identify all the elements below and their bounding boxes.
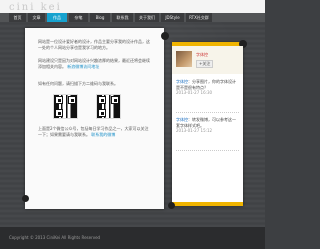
post-divider bbox=[176, 112, 239, 113]
main-nav: 首页 文章 作品 杂笔 Blog 联系我 关于我们 JDStyle RTX社交群 bbox=[0, 13, 265, 22]
avatar[interactable] bbox=[176, 51, 192, 67]
nav-item-blog[interactable]: Blog bbox=[90, 13, 110, 22]
post-author[interactable]: 字体控 bbox=[176, 79, 188, 84]
nav-item-about[interactable]: 关于我们 bbox=[135, 13, 159, 22]
weibo-post: 字体控：分享图片，你的字体设计是不是很有特点？ 2013-01-27 16:30 bbox=[176, 79, 236, 95]
pin-decoration bbox=[22, 195, 29, 202]
pin-decoration bbox=[161, 32, 169, 40]
copyright-text: Copyright © 2013 CiniKei All Rights Rese… bbox=[9, 235, 101, 240]
nav-item-home[interactable]: 首页 bbox=[9, 13, 26, 22]
content-panel: 网站是一位设计爱好者的设计，作品主要分享我的设计作品，这一处的个人网站分享也是我… bbox=[22, 28, 169, 209]
footer: Copyright © 2013 CiniKei All Rights Rese… bbox=[0, 227, 265, 249]
post-time: 2013-01-27 16:30 bbox=[176, 90, 213, 95]
site-logo[interactable]: cini kei bbox=[9, 2, 62, 13]
nav-item-works[interactable]: 作品 bbox=[47, 13, 67, 22]
qr-code-right bbox=[96, 94, 121, 119]
post-divider bbox=[176, 150, 239, 151]
build-paragraph: 网站建设只是因为对网站设计兴趣浓厚的结果，最近还将会继续添加相关内容。 新浪微博… bbox=[38, 58, 152, 70]
qr-code-left bbox=[53, 94, 78, 119]
weibo-link[interactable]: 新浪微博访问地址 bbox=[67, 64, 99, 69]
post-time: 2013-01-27 15:12 bbox=[176, 128, 213, 133]
nav-item-articles[interactable]: 文章 bbox=[28, 13, 45, 22]
follow-button[interactable]: +关注 bbox=[196, 60, 214, 68]
qr-paragraph: 上面是2个微信公众号，包括每日学习作品之一，大家可以关注一下；如果需要请与我联系… bbox=[38, 126, 152, 138]
intro-text: 网站是一位设计爱好者的设计，作品主要分享我的设计作品，这一处的个人网站分享也是我… bbox=[38, 39, 150, 50]
nav-item-contact[interactable]: 联系我 bbox=[112, 13, 133, 22]
nav-item-notes[interactable]: 杂笔 bbox=[69, 13, 88, 22]
weibo-post: 字体控：转发微博，可以参考这一套字体样式吧。 2013-01-27 15:12 bbox=[176, 117, 236, 133]
pin-decoration bbox=[168, 202, 175, 209]
weibo-contact-link[interactable]: 联系我的微博 bbox=[91, 132, 115, 137]
contact-text: 如有任何问题，请扫描下方二维码与我联系。 bbox=[38, 81, 118, 86]
nav-item-jdstyle[interactable]: JDStyle bbox=[161, 13, 184, 22]
post-author[interactable]: 字体控 bbox=[176, 117, 188, 122]
weibo-widget: 字体控 +关注 字体控：分享图片，你的字体设计是不是很有特点？ 2013-01-… bbox=[168, 40, 247, 209]
intro-paragraph: 网站是一位设计爱好者的设计，作品主要分享我的设计作品，这一处的个人网站分享也是我… bbox=[38, 39, 152, 51]
weibo-username[interactable]: 字体控 bbox=[196, 52, 208, 58]
weibo-header: 字体控 +关注 bbox=[172, 46, 243, 74]
nav-item-rtx-group[interactable]: RTX社交群 bbox=[186, 13, 212, 22]
contact-paragraph: 如有任何问题，请扫描下方二维码与我联系。 bbox=[38, 81, 152, 87]
